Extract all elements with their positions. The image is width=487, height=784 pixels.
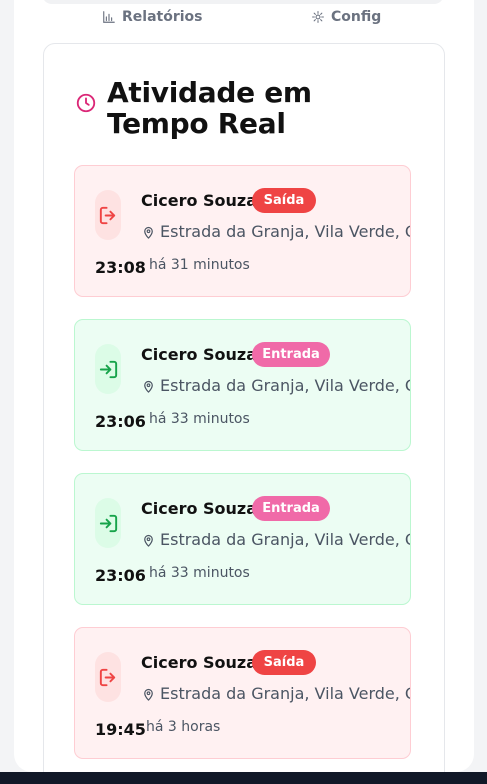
- location-label: Estrada da Granja, Vila Verde, Gondomar …: [160, 684, 410, 703]
- status-badge: Saída: [252, 650, 316, 675]
- event-time: 23:06: [95, 566, 146, 585]
- activity-header: Atividade em Tempo Real: [75, 77, 407, 139]
- location-text: Estrada da Granja, Vila Verde, Gondomar …: [141, 376, 410, 396]
- event-time: 23:08: [95, 258, 146, 277]
- location-label: Estrada da Granja, Vila Verde, Gondomar …: [160, 376, 410, 395]
- relative-time: há 3 horas: [146, 719, 221, 735]
- navigation-tabs: [42, 0, 444, 4]
- logout-icon: [95, 190, 121, 240]
- employee-name: Cicero Souza: [141, 191, 258, 210]
- map-pin-icon: [141, 379, 156, 394]
- relative-time: há 33 minutos: [149, 411, 250, 427]
- map-pin-icon: [141, 533, 156, 548]
- clock-icon: [75, 92, 97, 114]
- logout-icon: [95, 652, 121, 702]
- tab-config-label: Config: [331, 9, 382, 25]
- tab-relatorios[interactable]: Relatórios: [102, 8, 203, 26]
- activity-item[interactable]: Cicero Souza Saída Estrada da Granja, Vi…: [74, 627, 411, 759]
- login-icon: [95, 498, 121, 548]
- employee-name: Cicero Souza: [141, 499, 258, 518]
- map-pin-icon: [141, 687, 156, 702]
- status-badge: Entrada: [252, 342, 330, 367]
- location-label: Estrada da Granja, Vila Verde, Gondomar …: [160, 222, 410, 241]
- tab-relatorios-label: Relatórios: [122, 9, 203, 25]
- tab-config[interactable]: Config: [311, 8, 381, 26]
- employee-name: Cicero Souza: [141, 345, 258, 364]
- location-text: Estrada da Granja, Vila Verde, Gondomar …: [141, 530, 410, 550]
- map-pin-icon: [141, 225, 156, 240]
- employee-name: Cicero Souza: [141, 653, 258, 672]
- activity-item[interactable]: Cicero Souza Entrada Estrada da Granja, …: [74, 319, 411, 451]
- location-label: Estrada da Granja, Vila Verde, Gondomar …: [160, 530, 410, 549]
- bottom-bar: [0, 772, 487, 784]
- real-time-activity-card: Atividade em Tempo Real Cicero Souza Saí…: [43, 43, 445, 772]
- relative-time: há 31 minutos: [149, 257, 250, 273]
- status-badge: Entrada: [252, 496, 330, 521]
- login-icon: [95, 344, 121, 394]
- app-screen: Relatórios Config Atividade em Tempo Rea…: [14, 0, 474, 772]
- location-text: Estrada da Granja, Vila Verde, Gondomar …: [141, 684, 410, 704]
- event-time: 19:45: [95, 720, 146, 739]
- event-time: 23:06: [95, 412, 146, 431]
- activity-item[interactable]: Cicero Souza Entrada Estrada da Granja, …: [74, 473, 411, 605]
- relative-time: há 33 minutos: [149, 565, 250, 581]
- status-badge: Saída: [252, 188, 316, 213]
- gear-icon: [311, 10, 325, 24]
- location-text: Estrada da Granja, Vila Verde, Gondomar …: [141, 222, 410, 242]
- activity-item[interactable]: Cicero Souza Saída Estrada da Granja, Vi…: [74, 165, 411, 297]
- page-title: Atividade em Tempo Real: [107, 76, 312, 140]
- bar-chart-icon: [102, 10, 116, 24]
